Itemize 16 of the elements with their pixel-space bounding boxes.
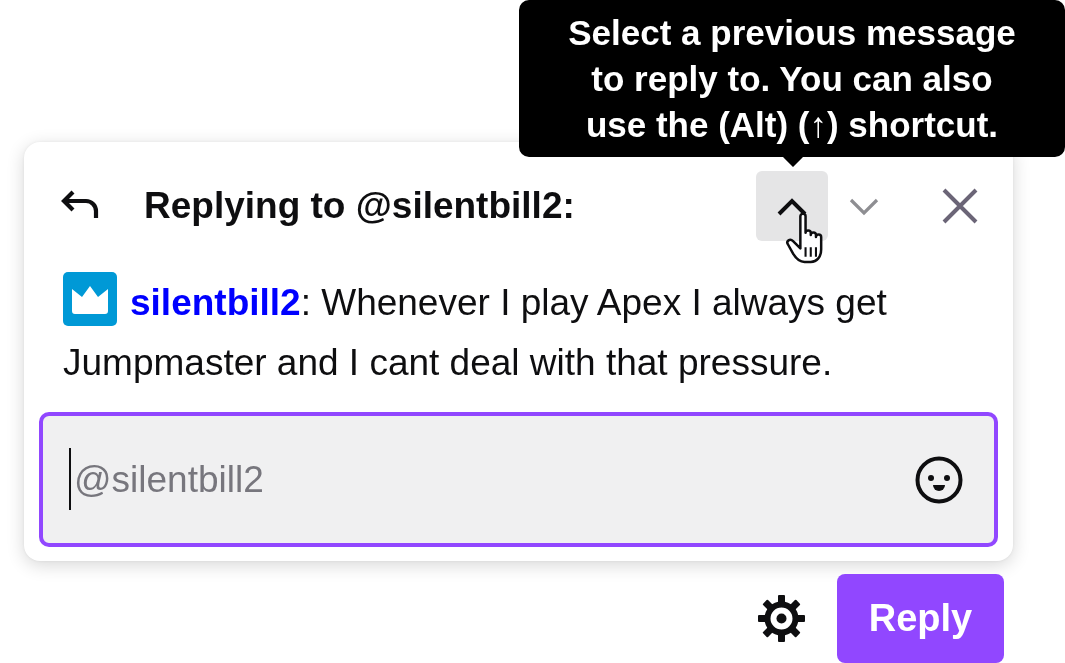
chevron-up-icon (776, 196, 808, 216)
previous-message-button[interactable] (756, 171, 828, 241)
tooltip: Select a previous message to reply to. You can also use the (Alt) (↑) shortcut. (519, 0, 1065, 167)
emoji-button[interactable] (915, 456, 963, 504)
settings-button[interactable] (757, 594, 806, 643)
chat-message: silentbill2: Whenever I play Apex I always get Jumpmaster and I cant deal with that pressure. (39, 272, 998, 393)
reply-title: Replying to @silentbill2: (144, 183, 575, 228)
close-icon (942, 188, 978, 224)
text-cursor-icon (69, 448, 71, 510)
settings-icon (757, 594, 806, 643)
smiley-icon (915, 456, 963, 504)
username-link[interactable]: silentbill2 (130, 282, 301, 323)
reply-button[interactable]: Reply (837, 574, 1004, 663)
chevron-down-icon (848, 196, 880, 216)
chat-input-field[interactable]: @silentbill2 (39, 412, 998, 547)
crown-badge-icon (63, 272, 117, 326)
